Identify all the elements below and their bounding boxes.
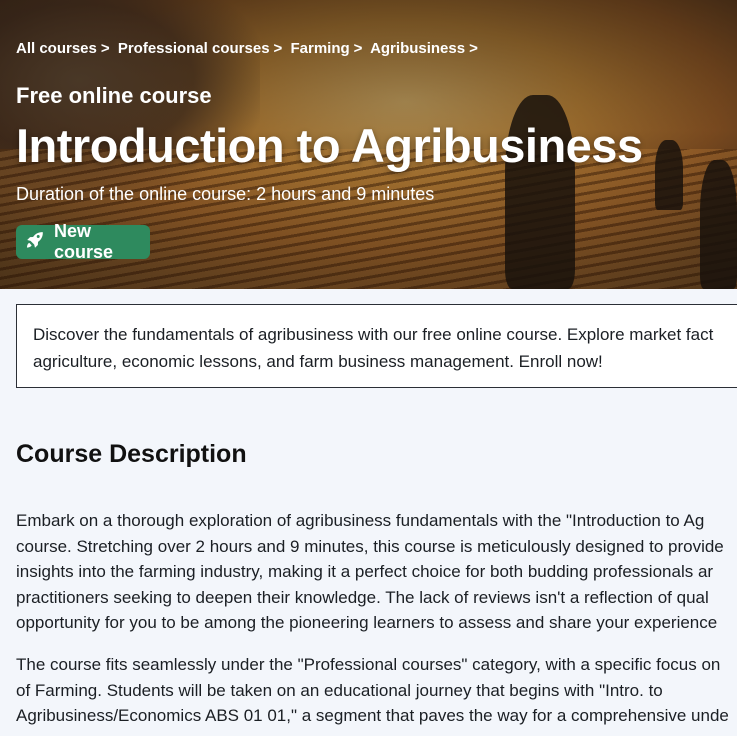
breadcrumb-item[interactable]: All courses xyxy=(16,40,97,57)
section-heading: Course Description xyxy=(16,440,247,468)
paragraph-line: Embark on a thorough exploration of agri… xyxy=(16,511,705,530)
course-type-label: Free online course xyxy=(16,83,212,108)
description-paragraph: Embark on a thorough exploration of agri… xyxy=(16,508,737,636)
paragraph-line: practitioners seeking to deepen their kn… xyxy=(16,587,709,607)
breadcrumb-item[interactable]: Professional courses xyxy=(118,40,270,57)
breadcrumb: All courses > Professional courses > Farmi… xyxy=(16,40,482,57)
hero-image-person xyxy=(700,160,737,289)
description-paragraph: The course fits seamlessly under the "Pr… xyxy=(16,652,737,736)
breadcrumb-separator: > xyxy=(353,40,363,57)
paragraph-line: course. Stretching over 2 hours and 9 mi… xyxy=(16,536,724,556)
course-duration: Duration of the online course: 2 hours a… xyxy=(16,184,435,204)
breadcrumb-separator: > xyxy=(100,40,110,57)
paragraph-line: Agribusiness/Economics ABS 01 01," a seg… xyxy=(16,706,729,725)
breadcrumb-item[interactable]: Farming xyxy=(290,40,349,57)
breadcrumb-separator: > xyxy=(469,40,478,57)
summary-line: Discover the fundamentals of agribusines… xyxy=(33,325,714,344)
paragraph-line: The course fits seamlessly under the "Pr… xyxy=(16,655,721,674)
breadcrumb-item[interactable]: Agribusiness xyxy=(370,40,465,57)
badge-label: New course xyxy=(54,221,114,262)
paragraph-line: of Farming. Students will be taken on an… xyxy=(16,680,663,700)
rocket-icon xyxy=(24,229,46,256)
hero-banner: All courses > Professional courses > Farmi… xyxy=(0,0,737,289)
breadcrumb-separator: > xyxy=(273,40,283,57)
paragraph-line: insights into the farming industry, maki… xyxy=(16,562,714,581)
course-summary-box: Discover the fundamentals of agribusines… xyxy=(16,304,737,388)
page-title: Introduction to Agribusiness xyxy=(16,119,643,172)
paragraph-line: opportunity for you to be among the pion… xyxy=(16,613,718,632)
hero-image-person xyxy=(655,140,683,210)
summary-line: agriculture, economic lessons, and farm … xyxy=(33,352,603,371)
new-course-badge: New course xyxy=(16,221,150,262)
